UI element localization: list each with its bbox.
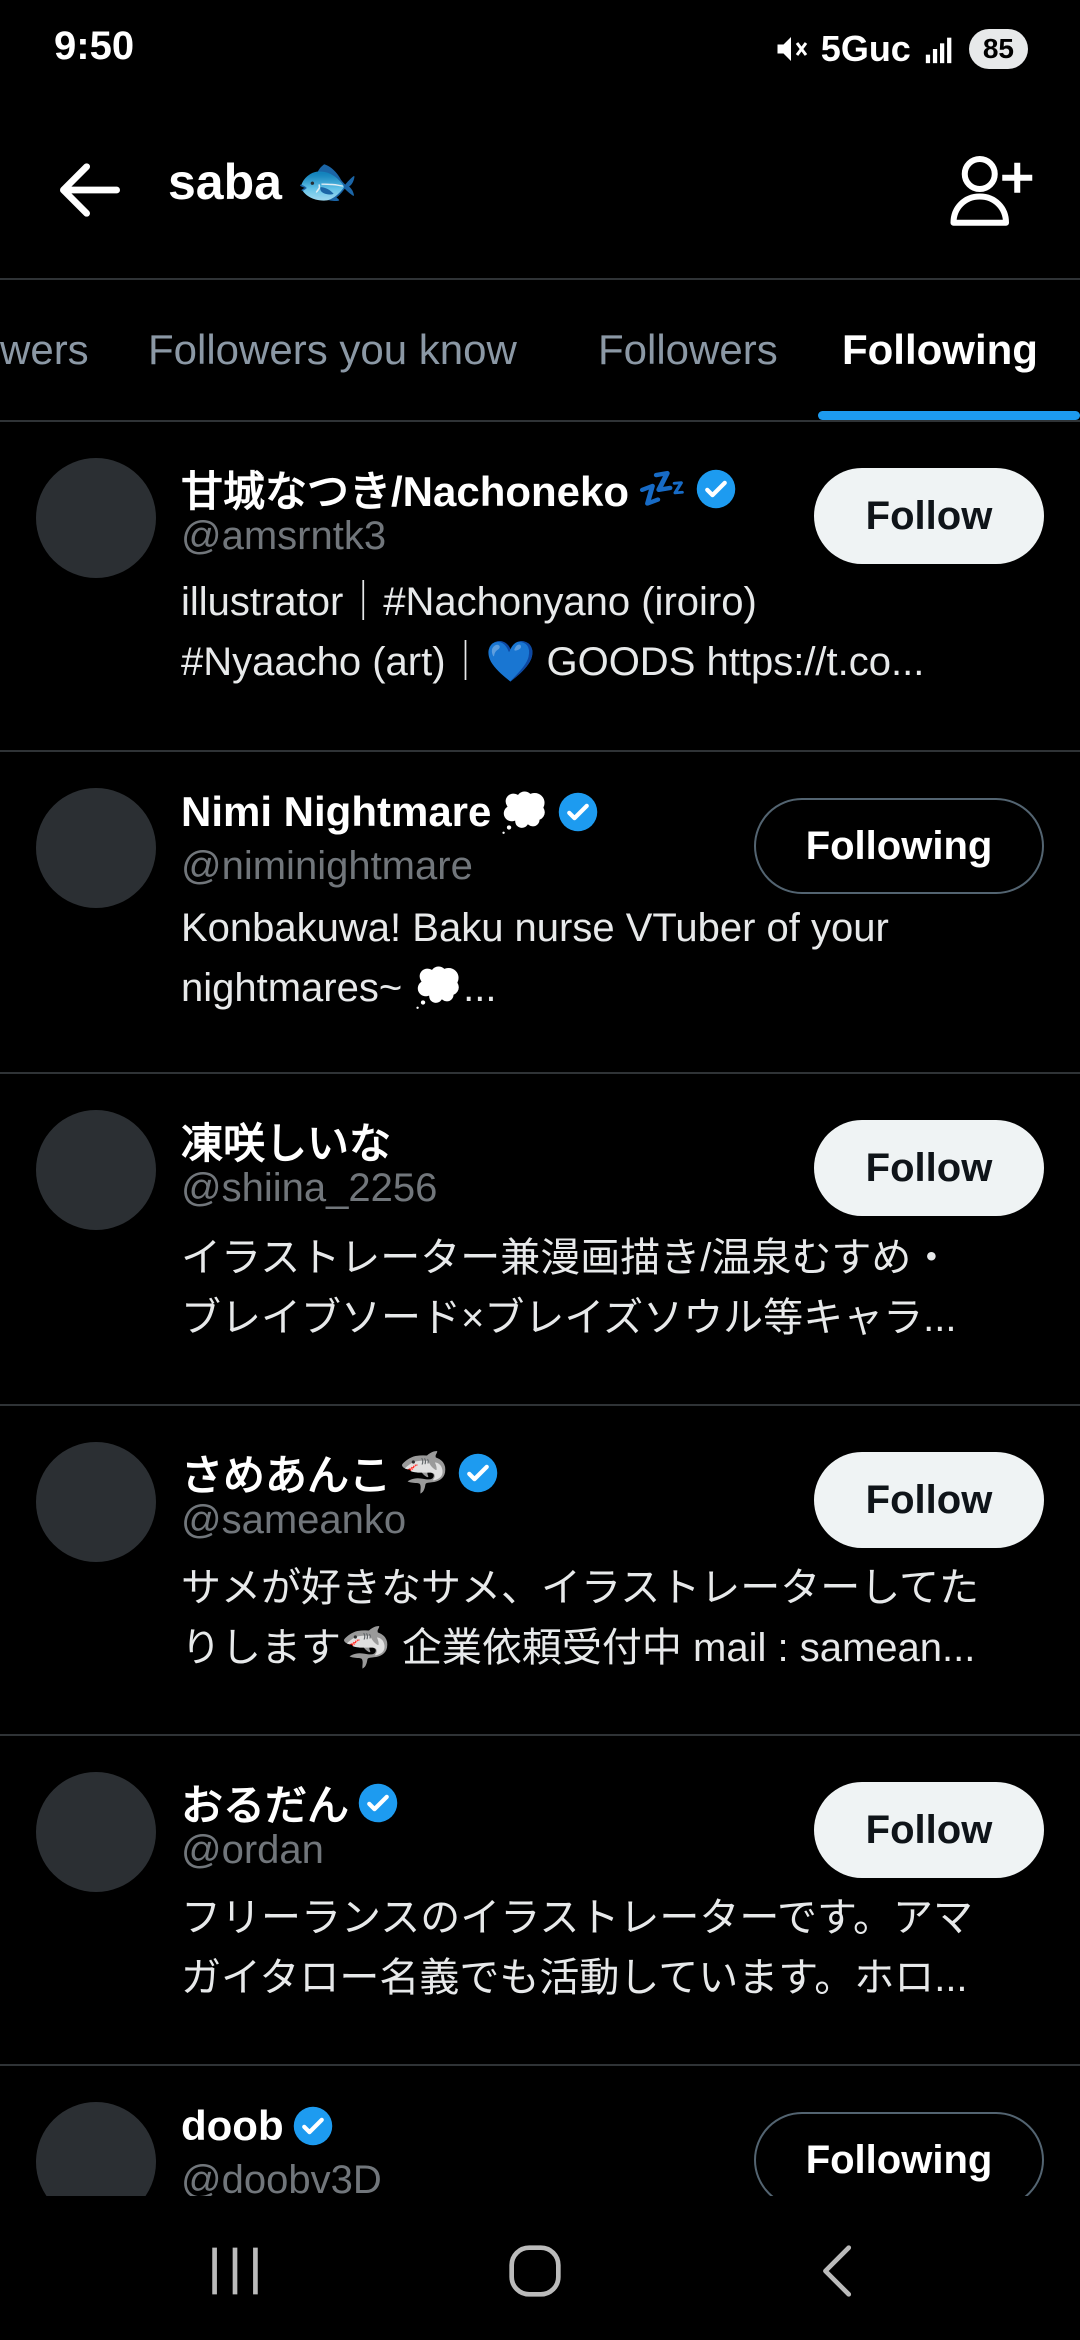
user-name: 甘城なつき/Nachoneko 💤 — [181, 458, 737, 519]
user-name-text: Nimi Nightmare — [181, 788, 492, 835]
verified-badge-icon — [558, 792, 598, 832]
user-name: doob — [181, 2102, 334, 2150]
status-icons: 5Guc 85 — [773, 28, 1028, 70]
user-name-text: 凍咲しいな — [181, 1120, 392, 1167]
avatar[interactable] — [36, 1772, 156, 1892]
user-bio: Konbakuwa! Baku nurse VTuber of your nig… — [181, 898, 1041, 1018]
bio-line: nightmares~ 💭... — [181, 966, 497, 1010]
user-row[interactable]: 凍咲しいな @shiina_2256 イラストレーター兼漫画描き/温泉むすめ・ … — [0, 1074, 1080, 1406]
user-handle: @amsrntk3 — [181, 514, 387, 558]
add-user-icon[interactable] — [946, 144, 1036, 234]
verified-badge-icon — [696, 469, 736, 508]
profile-name: saba — [168, 153, 282, 210]
header: saba 🐟 — [0, 100, 1080, 280]
bio-line: illustrator｜#Nachonyano (iroiro) — [181, 580, 757, 624]
name-emoji: 💤 — [637, 467, 687, 511]
following-button[interactable]: Following — [754, 2112, 1044, 2196]
user-row[interactable]: 甘城なつき/Nachoneko 💤 @amsrntk3 illustrator｜… — [0, 422, 1080, 752]
user-name-text: 甘城なつき/Nachoneko — [181, 468, 630, 515]
user-name-text: さめあんこ — [181, 1452, 392, 1499]
back-arrow-icon[interactable] — [50, 150, 130, 230]
user-name-text: doob — [181, 2102, 284, 2149]
mute-icon — [777, 37, 807, 61]
status-time: 9:50 — [54, 24, 135, 68]
follow-button[interactable]: Follow — [814, 468, 1044, 564]
signal-icon — [925, 37, 952, 64]
tab-followers[interactable]: Followers — [598, 326, 778, 374]
user-name: さめあんこ 🦈 — [181, 1442, 499, 1503]
bio-line: フリーランスのイラストレーターです。アマ — [181, 1896, 973, 1940]
bio-line: Konbakuwa! Baku nurse VTuber of your — [181, 906, 889, 950]
name-emoji: 🦈 — [399, 1451, 449, 1495]
avatar[interactable] — [36, 458, 156, 578]
avatar[interactable] — [36, 1110, 156, 1230]
user-name: おるだん — [181, 1772, 399, 1833]
user-handle: @shiina_2256 — [181, 1166, 438, 1210]
avatar[interactable] — [36, 2102, 156, 2196]
bio-line: ガイタロー名義でも活動しています。ホロ... — [181, 1956, 968, 2000]
bio-line: イラストレーター兼漫画描き/温泉むすめ・ — [181, 1236, 952, 1280]
user-bio: フリーランスのイラストレーターです。アマ ガイタロー名義でも活動しています。ホロ… — [181, 1888, 1041, 2008]
page-title: saba 🐟 — [168, 152, 358, 211]
tab-verified-followers[interactable]: wers — [0, 326, 89, 374]
name-emoji: 💭 — [499, 790, 550, 835]
system-back-icon[interactable] — [805, 2236, 875, 2306]
bio-line: サメが好きなサメ、イラストレーターしてた — [181, 1566, 979, 1610]
battery-level: 85 — [968, 29, 1028, 69]
verified-badge-icon — [458, 1453, 498, 1492]
bio-line: りします🦈 企業依頼受付中 mail : samean... — [181, 1626, 976, 1670]
status-bar: 9:50 5Guc 85 — [0, 0, 1080, 100]
bio-line: ブレイブソード×ブレイズソウル等キャラ... — [181, 1296, 957, 1340]
user-row[interactable]: おるだん @ordan フリーランスのイラストレーターです。アマ ガイタロー名義… — [0, 1736, 1080, 2066]
network-type: 5Guc — [820, 28, 911, 69]
user-name: 凍咲しいな — [181, 1110, 391, 1171]
user-name: Nimi Nightmare 💭 — [181, 788, 599, 836]
user-handle: @sameanko — [181, 1498, 407, 1542]
active-tab-indicator — [818, 411, 1080, 420]
recent-apps-icon[interactable] — [200, 2236, 270, 2306]
user-handle: @doobv3D — [181, 2158, 382, 2196]
bio-line: #Nyaacho (art)｜💙 GOODS https://t.co... — [181, 640, 925, 684]
follow-button[interactable]: Follow — [814, 1782, 1044, 1878]
tab-following[interactable]: Following — [842, 326, 1038, 374]
user-row[interactable]: doob @doobv3D Following — [0, 2066, 1080, 2196]
system-navigation-bar — [0, 2196, 1080, 2340]
home-icon[interactable] — [500, 2236, 570, 2306]
user-row[interactable]: Nimi Nightmare 💭 @niminightmare Konbakuw… — [0, 752, 1080, 1074]
user-bio: illustrator｜#Nachonyano (iroiro) #Nyaach… — [181, 572, 1041, 692]
verified-badge-icon — [293, 2106, 332, 2146]
avatar[interactable] — [36, 788, 156, 908]
tab-followers-you-know[interactable]: Followers you know — [148, 326, 517, 374]
following-button[interactable]: Following — [754, 798, 1044, 894]
user-name-text: おるだん — [181, 1782, 350, 1829]
fish-emoji: 🐟 — [295, 153, 359, 209]
following-list: 甘城なつき/Nachoneko 💤 @amsrntk3 illustrator｜… — [0, 422, 1080, 2196]
user-handle: @niminightmare — [181, 844, 473, 888]
user-row[interactable]: さめあんこ 🦈 @sameanko サメが好きなサメ、イラストレーターしてた り… — [0, 1406, 1080, 1736]
user-bio: イラストレーター兼漫画描き/温泉むすめ・ ブレイブソード×ブレイズソウル等キャラ… — [181, 1228, 1041, 1348]
tab-bar: wers Followers you know Followers Follow… — [0, 280, 1080, 422]
avatar[interactable] — [36, 1442, 156, 1562]
user-handle: @ordan — [181, 1828, 324, 1872]
follow-button[interactable]: Follow — [814, 1120, 1044, 1216]
follow-button[interactable]: Follow — [814, 1452, 1044, 1548]
user-bio: サメが好きなサメ、イラストレーターしてた りします🦈 企業依頼受付中 mail … — [181, 1558, 1041, 1678]
verified-badge-icon — [358, 1783, 398, 1822]
